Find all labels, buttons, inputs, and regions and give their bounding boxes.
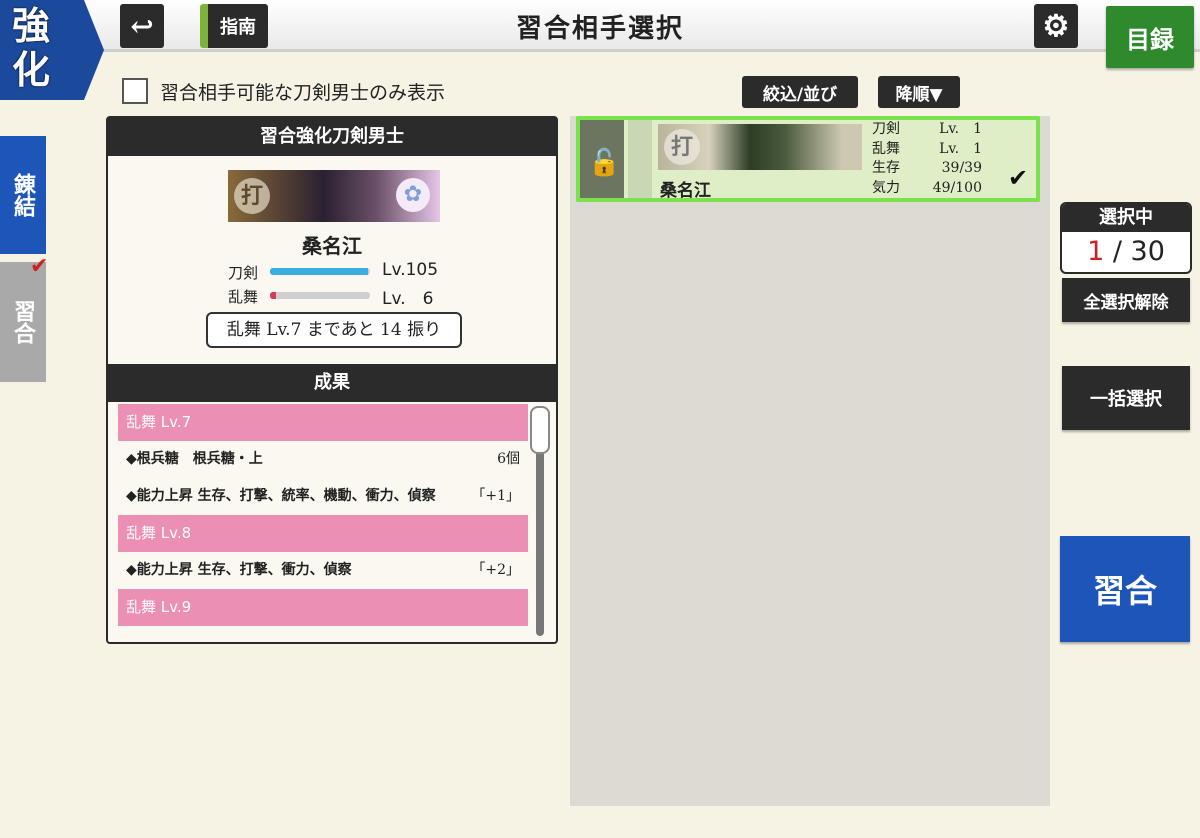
candidate-card[interactable]: 🔓 打 桑名江 刀剣 Lv. 1 乱舞 Lv. 1 生存 39/39 気力 49/100…	[576, 116, 1040, 202]
stat-value: 49/100	[932, 179, 982, 196]
top-bar: 習合相手選択	[0, 0, 1200, 52]
stat-value: Lv. 1	[939, 140, 982, 157]
candidate-stat-row: 刀剣 Lv. 1	[872, 120, 982, 140]
result-item-text: ◆能力上昇 生存、打撃、衝力、偵察	[126, 562, 352, 578]
stat-label: 刀剣	[872, 121, 900, 137]
candidate-name: 桑名江	[660, 181, 711, 201]
card-stripe	[628, 120, 652, 198]
result-item-amount: 6個	[497, 451, 520, 467]
stat-value: 39/39	[941, 160, 982, 176]
stat-label: 気力	[872, 179, 900, 196]
back-arrow-icon: ↩	[130, 9, 154, 43]
flower-crest-icon: ✿	[396, 178, 430, 212]
sword-level-bar	[270, 268, 370, 275]
stat-label: 生存	[872, 160, 900, 176]
selection-separator: /	[1104, 236, 1131, 267]
execute-button[interactable]: 習合	[1060, 536, 1190, 642]
result-item: ◆能力上昇 生存、打撃、衝力、偵察 「+2」	[118, 552, 528, 589]
enhance-mode-tab: 強 化	[0, 0, 104, 100]
next-level-hint: 乱舞 Lv.7 まであと 14 振り	[206, 312, 462, 348]
back-button[interactable]: ↩	[120, 4, 164, 48]
result-item-amount: 「+1」	[471, 488, 520, 504]
sword-name: 桑名江	[302, 234, 362, 258]
result-item-text: ◆根兵糖 根兵糖・上	[126, 451, 263, 467]
result-item-text: ◆能力上昇 生存、打撃、統率、機動、衝力、偵察	[126, 488, 436, 504]
result-item-amount: 「+2」	[471, 562, 520, 578]
lock-column[interactable]: 🔓	[580, 120, 624, 198]
candidate-stats: 刀剣 Lv. 1 乱舞 Lv. 1 生存 39/39 気力 49/100	[872, 120, 982, 198]
selection-counter: 選択中 1 / 30	[1060, 202, 1192, 274]
selected-check-icon: ✔	[1008, 164, 1029, 192]
candidate-type-badge: 打	[664, 129, 700, 165]
sword-level-fill	[270, 268, 368, 275]
ranbu-level-row: 乱舞 Lv. 6	[228, 284, 558, 309]
sword-banner-image: 打 ✿	[228, 170, 440, 222]
tab-practice[interactable]: 習合	[0, 262, 46, 382]
result-level-header: 乱舞 Lv.9	[118, 589, 528, 626]
level-label: 乱舞	[228, 288, 259, 306]
candidate-thumbnail: 打	[658, 124, 862, 170]
ranbu-level-fill	[270, 292, 276, 299]
results-heading: 成果	[108, 364, 556, 402]
stat-label: 乱舞	[872, 140, 900, 157]
result-item: ◆根兵糖 根兵糖・上 6個	[118, 441, 528, 478]
unlock-icon: 🔓	[588, 148, 621, 178]
candidate-stat-row: 気力 49/100	[872, 179, 982, 199]
mode-tab-char-2: 化	[12, 47, 51, 92]
target-panel-heading: 習合強化刀剣男士	[108, 118, 556, 156]
sword-type-badge: 打	[234, 178, 270, 214]
result-item: ◆能力上昇 生存、打撃、統率、機動、衝力、偵察 「+1」	[118, 478, 528, 515]
guide-button[interactable]: 指南	[200, 4, 268, 48]
ranbu-level-value: Lv. 6	[382, 289, 434, 309]
level-label: 刀剣	[228, 264, 259, 282]
catalog-button[interactable]: 目録	[1106, 6, 1194, 68]
gear-icon: ⚙	[1042, 8, 1070, 44]
result-level-header: 乱舞 Lv.8	[118, 515, 528, 552]
selection-max: 30	[1130, 236, 1165, 267]
sword-level-value: Lv.105	[382, 260, 439, 280]
bulk-select-button[interactable]: 一括選択	[1062, 366, 1190, 430]
selection-count: 1 / 30	[1062, 232, 1190, 272]
show-eligible-only-label: 習合相手可能な刀剣男士のみ表示	[160, 82, 446, 104]
tab-link[interactable]: 錬結	[0, 136, 46, 254]
stat-value: Lv. 1	[939, 121, 982, 137]
candidate-stat-row: 生存 39/39	[872, 159, 982, 179]
result-level-header: 乱舞 Lv.7	[118, 404, 528, 441]
sword-level-row: 刀剣 Lv.105	[228, 260, 558, 282]
ranbu-level-bar	[270, 292, 370, 299]
tab-checkmark-icon: ✔	[30, 254, 49, 279]
order-toggle-button[interactable]: 降順▼	[878, 76, 960, 108]
filter-sort-button[interactable]: 絞込/並び	[742, 76, 858, 108]
clear-selection-button[interactable]: 全選択解除	[1062, 278, 1190, 322]
candidate-list	[570, 116, 1050, 806]
candidate-stat-row: 乱舞 Lv. 1	[872, 140, 982, 160]
selection-heading: 選択中	[1062, 204, 1190, 232]
target-sword-panel: 習合強化刀剣男士 打 ✿ 桑名江 刀剣 Lv.105 乱舞 Lv. 6 乱舞 L…	[106, 116, 558, 644]
results-scroll-thumb[interactable]	[530, 406, 550, 454]
page-title: 習合相手選択	[515, 14, 684, 44]
results-list[interactable]: 乱舞 Lv.7 ◆根兵糖 根兵糖・上 6個 ◆能力上昇 生存、打撃、統率、機動、…	[118, 404, 528, 638]
show-eligible-only-checkbox[interactable]	[122, 78, 148, 104]
selection-current: 1	[1087, 236, 1105, 267]
settings-button[interactable]: ⚙	[1034, 4, 1078, 48]
